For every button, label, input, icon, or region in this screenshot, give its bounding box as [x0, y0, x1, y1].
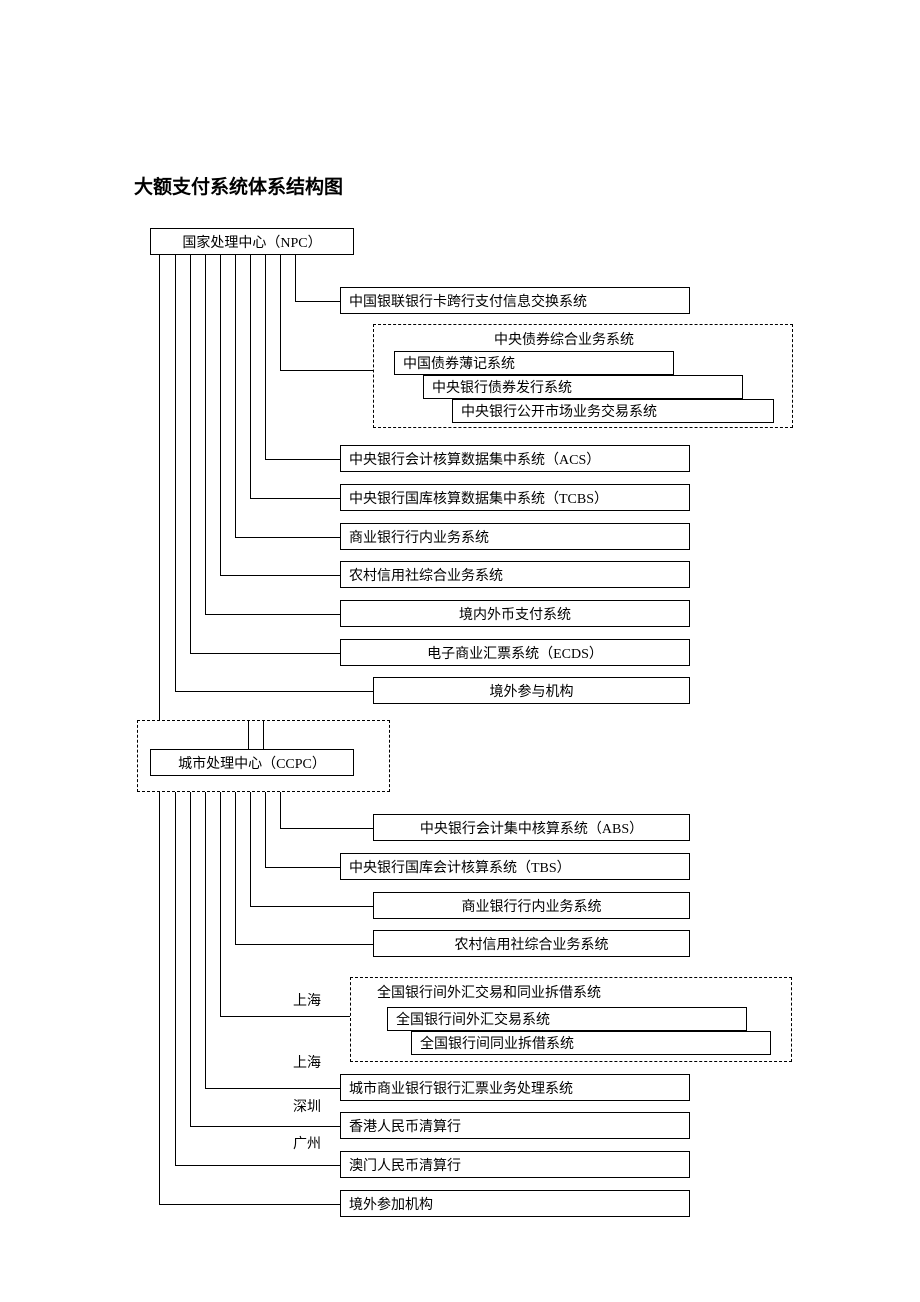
node-label: 商业银行行内业务系统 — [462, 896, 602, 916]
node-npc: 国家处理中心（NPC） — [150, 228, 354, 255]
node-label: 农村信用社综合业务系统 — [349, 565, 503, 585]
node-npc-child-5: 农村信用社综合业务系统 — [340, 561, 690, 588]
connector — [263, 721, 264, 749]
node-ccpc-child-3: 农村信用社综合业务系统 — [373, 930, 690, 957]
node-npc-child-7: 电子商业汇票系统（ECDS） — [340, 639, 690, 666]
connector — [235, 944, 373, 945]
group-bonds: 中央债券综合业务系统 中国债券薄记系统 中央银行债券发行系统 中央银行公开市场业… — [373, 324, 793, 428]
group-bonds-title: 中央债券综合业务系统 — [490, 329, 638, 349]
node-ccpc-child-7: 澳门人民币清算行 — [340, 1151, 690, 1178]
connector — [295, 301, 340, 302]
node-label: 中国债券薄记系统 — [403, 353, 515, 373]
connector — [295, 255, 296, 301]
connector — [190, 792, 191, 1126]
node-ccpc-child-0: 中央银行会计集中核算系统（ABS） — [373, 814, 690, 841]
node-ccpc-child-8: 境外参加机构 — [340, 1190, 690, 1217]
connector — [220, 255, 221, 575]
node-label: 澳门人民币清算行 — [349, 1155, 461, 1175]
connector — [175, 691, 373, 692]
node-label: 境内外币支付系统 — [459, 604, 571, 624]
connector — [280, 255, 281, 370]
node-label: 中央银行国库核算数据集中系统（TCBS） — [349, 488, 608, 508]
connector — [280, 828, 373, 829]
group-bonds-item-2: 中央银行公开市场业务交易系统 — [452, 399, 774, 423]
node-label: 中央银行会计集中核算系统（ABS） — [420, 818, 643, 838]
connector — [190, 653, 340, 654]
node-label: 全国银行间外汇交易系统 — [396, 1009, 550, 1029]
group-bonds-item-1: 中央银行债券发行系统 — [423, 375, 743, 399]
city-label-shanghai-2: 上海 — [293, 1052, 321, 1072]
connector — [205, 255, 206, 614]
node-label: 城市商业银行银行汇票业务处理系统 — [349, 1078, 573, 1098]
connector — [190, 1126, 340, 1127]
connector — [235, 792, 236, 944]
node-label: 香港人民币清算行 — [349, 1116, 461, 1136]
node-ccpc-child-2: 商业银行行内业务系统 — [373, 892, 690, 919]
node-label: 全国银行间同业拆借系统 — [420, 1033, 574, 1053]
connector — [159, 1204, 340, 1205]
connector — [265, 867, 340, 868]
connector — [220, 1016, 350, 1017]
node-ccpc-child-1: 中央银行国库会计核算系统（TBS） — [340, 853, 690, 880]
node-label: 境外参与机构 — [490, 681, 574, 701]
node-label: 中央银行公开市场业务交易系统 — [461, 401, 657, 421]
node-ccpc-child-5: 城市商业银行银行汇票业务处理系统 — [340, 1074, 690, 1101]
group-interbank: 全国银行间外汇交易和同业拆借系统 全国银行间外汇交易系统 全国银行间同业拆借系统 — [350, 977, 792, 1062]
node-label: 农村信用社综合业务系统 — [455, 934, 609, 954]
node-label: 境外参加机构 — [349, 1194, 433, 1214]
node-label: 电子商业汇票系统（ECDS） — [427, 643, 603, 663]
connector — [220, 792, 221, 1016]
connector — [235, 537, 340, 538]
group-interbank-title: 全国银行间外汇交易和同业拆借系统 — [373, 982, 605, 1002]
group-bonds-item-0: 中国债券薄记系统 — [394, 351, 674, 375]
connector — [175, 255, 176, 691]
connector — [250, 498, 340, 499]
node-npc-child-8: 境外参与机构 — [373, 677, 690, 704]
connector — [175, 792, 176, 1165]
connector — [265, 459, 340, 460]
group-interbank-item-1: 全国银行间同业拆借系统 — [411, 1031, 771, 1055]
node-npc-child-6: 境内外币支付系统 — [340, 600, 690, 627]
node-label: 中央银行会计核算数据集中系统（ACS） — [349, 449, 600, 469]
connector — [250, 255, 251, 498]
connector — [280, 792, 281, 828]
node-ccpc-child-6: 香港人民币清算行 — [340, 1112, 690, 1139]
node-ccpc-label: 城市处理中心（CCPC） — [178, 753, 326, 773]
connector — [265, 792, 266, 867]
city-label-shenzhen: 深圳 — [293, 1096, 321, 1116]
connector — [235, 255, 236, 537]
node-npc-label: 国家处理中心（NPC） — [182, 232, 321, 252]
city-label-guangzhou: 广州 — [293, 1133, 321, 1153]
connector — [220, 575, 340, 576]
node-npc-child-0: 中国银联银行卡跨行支付信息交换系统 — [340, 287, 690, 314]
connector — [205, 614, 340, 615]
node-ccpc: 城市处理中心（CCPC） — [150, 749, 354, 776]
connector — [190, 255, 191, 653]
connector — [250, 906, 373, 907]
connector — [205, 792, 206, 1088]
diagram-title: 大额支付系统体系结构图 — [134, 172, 343, 199]
node-label: 商业银行行内业务系统 — [349, 527, 489, 547]
city-label-shanghai-1: 上海 — [293, 990, 321, 1010]
connector — [159, 255, 160, 721]
node-label: 中央银行债券发行系统 — [432, 377, 572, 397]
connector — [205, 1088, 340, 1089]
node-label: 中国银联银行卡跨行支付信息交换系统 — [349, 291, 587, 311]
connector — [280, 370, 373, 371]
connector — [159, 792, 160, 1204]
connector — [175, 1165, 340, 1166]
group-interbank-item-0: 全国银行间外汇交易系统 — [387, 1007, 747, 1031]
node-label: 中央银行国库会计核算系统（TBS） — [349, 857, 571, 877]
connector — [250, 792, 251, 906]
node-npc-child-4: 商业银行行内业务系统 — [340, 523, 690, 550]
connector — [248, 721, 249, 749]
connector — [265, 255, 266, 459]
node-npc-child-2: 中央银行会计核算数据集中系统（ACS） — [340, 445, 690, 472]
node-npc-child-3: 中央银行国库核算数据集中系统（TCBS） — [340, 484, 690, 511]
